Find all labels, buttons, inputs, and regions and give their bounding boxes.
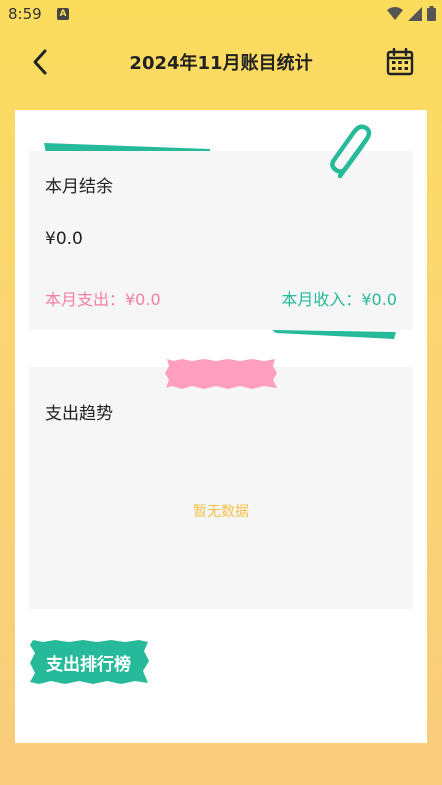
page-title: 2024年11月账目统计	[129, 53, 313, 74]
balance-label: 本月结余	[45, 177, 113, 197]
ranking-title[interactable]: 支出排行榜	[46, 650, 131, 675]
monthly-expense: 本月支出：¥0.0	[45, 290, 161, 309]
signal-icon	[408, 6, 422, 21]
trend-title: 支出趋势	[45, 404, 113, 424]
washi-tape	[165, 359, 277, 389]
notification-badge: A	[57, 8, 69, 20]
wifi-icon	[387, 6, 403, 20]
monthly-income: 本月收入：¥0.0	[281, 290, 397, 309]
decorative-stripe-bottom	[272, 330, 396, 339]
trend-panel: 支出趋势 暂无数据	[29, 367, 413, 609]
empty-state-text: 暂无数据	[193, 504, 249, 520]
status-icons	[387, 6, 436, 21]
calendar-icon	[386, 48, 414, 76]
paperclip-icon	[330, 124, 372, 179]
balance-value: ¥0.0	[45, 229, 83, 249]
calendar-button[interactable]	[382, 44, 418, 80]
status-time: 8:59	[8, 5, 42, 23]
battery-icon	[427, 6, 436, 21]
app-bar: 2024年11月账目统计	[0, 30, 442, 96]
status-bar: 8:59 A	[0, 0, 442, 30]
